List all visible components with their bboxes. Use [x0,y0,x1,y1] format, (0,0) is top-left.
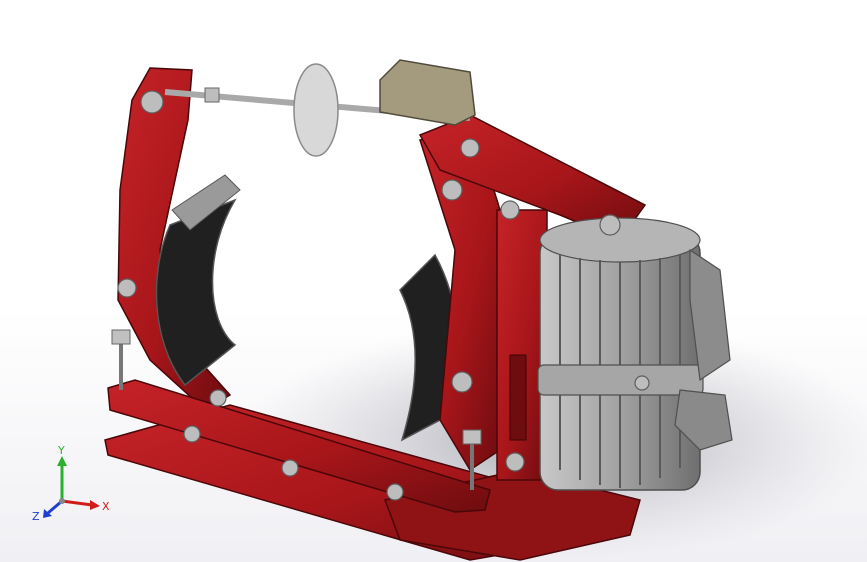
brake-assembly-model[interactable] [0,0,867,562]
thruster-motor[interactable] [537,217,704,491]
limit-switch-box[interactable] [379,59,476,126]
screw-nut-left [111,329,131,345]
x-axis-label: X [102,500,110,513]
y-axis-label: Y [57,446,65,457]
indicator-slot [509,354,527,441]
orientation-triad: Y X Z [32,446,110,523]
graphics-viewport[interactable]: Y X Z [0,0,867,562]
y-axis-arrow [57,456,67,466]
screw-nut-right [462,429,482,445]
rod-disc[interactable] [293,63,339,157]
left-brake-shoe[interactable] [155,198,237,387]
x-axis-arrow [90,500,100,510]
z-axis-label: Z [32,510,40,523]
x-axis-line [61,499,93,507]
rod-nut[interactable] [204,87,220,103]
triad-origin [59,498,65,504]
